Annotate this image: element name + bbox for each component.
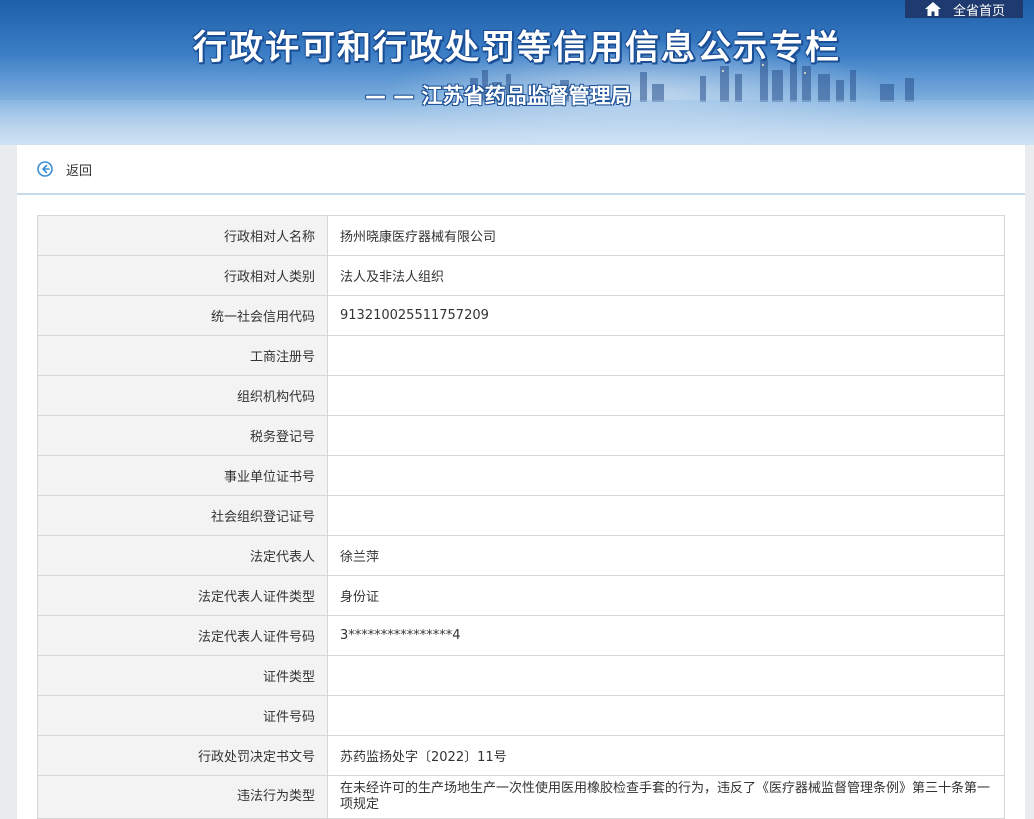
field-value [327,495,1005,536]
record-table: 行政相对人名称 扬州晓康医疗器械有限公司 行政相对人类别 法人及非法人组织 统一社会… [37,215,1005,819]
table-row: 社会组织登记证号 [37,495,1005,536]
field-label: 法定代表人 [37,535,328,576]
home-nav-button[interactable]: 全省首页 [905,0,1023,19]
home-nav-label: 全省首页 [953,3,1006,19]
field-value [327,455,1005,496]
table-row: 事业单位证书号 [37,455,1005,496]
field-label: 社会组织登记证号 [37,495,328,536]
banner-subtitle: — — 江苏省药品监督管理局 [365,84,632,108]
field-label: 法定代表人证件号码 [37,615,328,656]
table-row: 法定代表人证件类型 身份证 [37,575,1005,616]
field-value [327,415,1005,456]
home-icon [925,2,941,16]
table-row: 组织机构代码 [37,375,1005,416]
field-value [327,375,1005,416]
field-label: 行政相对人类别 [37,255,328,296]
field-label: 行政处罚决定书文号 [37,735,328,776]
field-label: 违法行为类型 [37,775,328,819]
table-row: 证件类型 [37,655,1005,696]
table-row: 法定代表人证件号码 3****************4 [37,615,1005,656]
field-value [327,335,1005,376]
header-banner: 行政许可和行政处罚等信用信息公示专栏 — — 江苏省药品监督管理局 [0,0,1034,145]
field-value: 3****************4 [327,615,1005,656]
field-label: 事业单位证书号 [37,455,328,496]
field-label: 法定代表人证件类型 [37,575,328,616]
field-label: 证件号码 [37,695,328,736]
field-value: 法人及非法人组织 [327,255,1005,296]
field-label: 工商注册号 [37,335,328,376]
field-label: 税务登记号 [37,415,328,456]
table-row: 税务登记号 [37,415,1005,456]
table-row: 工商注册号 [37,335,1005,376]
field-label: 统一社会信用代码 [37,295,328,336]
table-row: 行政相对人名称 扬州晓康医疗器械有限公司 [37,215,1005,256]
field-value: 苏药监扬处字〔2022〕11号 [327,735,1005,776]
field-label: 组织机构代码 [37,375,328,416]
back-arrow-icon[interactable] [37,161,53,177]
field-value: 扬州晓康医疗器械有限公司 [327,215,1005,256]
detail-panel: 行政相对人名称 扬州晓康医疗器械有限公司 行政相对人类别 法人及非法人组织 统一社会… [17,195,1025,819]
table-row: 违法行为类型 在未经许可的生产场地生产一次性使用医用橡胶检查手套的行为，违反了《医… [37,775,1005,819]
table-row: 行政处罚决定书文号 苏药监扬处字〔2022〕11号 [37,735,1005,776]
banner-title: 行政许可和行政处罚等信用信息公示专栏 [193,28,841,68]
table-row: 证件号码 [37,695,1005,736]
table-row: 统一社会信用代码 913210025511757209 [37,295,1005,336]
field-label: 证件类型 [37,655,328,696]
field-label: 行政相对人名称 [37,215,328,256]
toolbar: 返回 [17,145,1025,195]
table-row: 法定代表人 徐兰萍 [37,535,1005,576]
field-value: 徐兰萍 [327,535,1005,576]
field-value: 913210025511757209 [327,295,1005,336]
field-value: 在未经许可的生产场地生产一次性使用医用橡胶检查手套的行为，违反了《医疗器械监督管… [327,775,1005,819]
back-link[interactable]: 返回 [66,160,92,179]
field-value [327,695,1005,736]
field-value [327,655,1005,696]
table-row: 行政相对人类别 法人及非法人组织 [37,255,1005,296]
field-value: 身份证 [327,575,1005,616]
